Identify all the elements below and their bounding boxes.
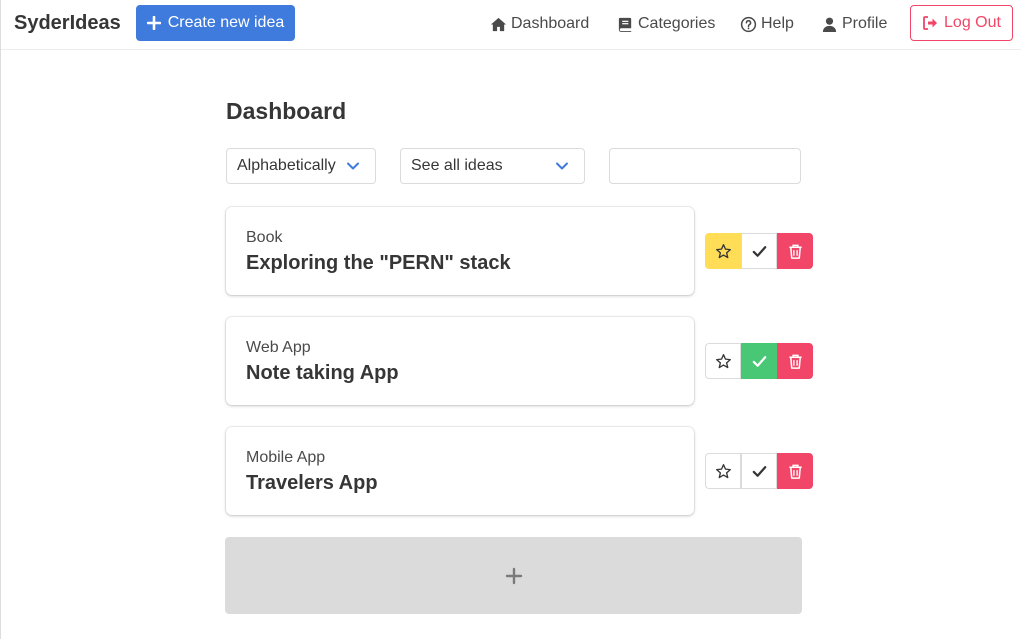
check-icon	[752, 465, 766, 477]
nav-help[interactable]: Help	[740, 13, 794, 35]
idea-card[interactable]: Mobile App Travelers App	[226, 427, 694, 515]
delete-button[interactable]	[777, 453, 813, 489]
nav-categories-label: Categories	[638, 15, 716, 32]
page-title: Dashboard	[226, 98, 347, 124]
trash-icon	[788, 354, 802, 369]
nav-help-label: Help	[761, 15, 794, 32]
search-input[interactable]	[609, 148, 801, 184]
mark-done-button[interactable]	[741, 453, 777, 489]
sort-select[interactable]: Alphabetically	[226, 148, 376, 184]
idea-category: Book	[246, 229, 283, 246]
book-icon	[618, 17, 632, 32]
favorite-button[interactable]	[705, 343, 741, 379]
sign-out-icon	[923, 16, 938, 30]
delete-button[interactable]	[777, 233, 813, 269]
plus-icon	[146, 16, 161, 30]
delete-button[interactable]	[777, 343, 813, 379]
chevron-down-icon	[556, 162, 568, 170]
idea-category: Web App	[246, 339, 311, 356]
home-icon	[490, 17, 507, 31]
nav-dashboard-label: Dashboard	[511, 15, 590, 32]
filter-select-value: See all ideas	[411, 157, 503, 174]
check-icon	[752, 355, 766, 367]
chevron-down-icon	[347, 162, 359, 170]
nav-dashboard[interactable]: Dashboard	[490, 13, 589, 35]
top-navbar: SyderIdeas Create new idea Dashboard Cat…	[1, 0, 1021, 50]
nav-profile-label: Profile	[842, 15, 888, 32]
mark-done-button[interactable]	[741, 343, 777, 379]
star-icon	[715, 243, 731, 258]
create-idea-label: Create new idea	[167, 14, 285, 31]
brand-logo[interactable]: SyderIdeas	[14, 12, 121, 35]
idea-card[interactable]: Book Exploring the "PERN" stack	[226, 207, 694, 295]
sort-select-value: Alphabetically	[237, 157, 336, 174]
idea-actions	[705, 453, 813, 489]
mark-done-button[interactable]	[741, 233, 777, 269]
create-idea-button[interactable]: Create new idea	[136, 5, 295, 41]
idea-category: Mobile App	[246, 449, 326, 466]
idea-name: Note taking App	[246, 362, 399, 384]
plus-icon	[505, 567, 522, 584]
user-icon	[822, 17, 837, 32]
idea-actions	[705, 343, 813, 379]
favorite-button[interactable]	[705, 453, 741, 489]
add-idea-button[interactable]	[225, 537, 802, 614]
idea-actions	[705, 233, 813, 269]
filter-select[interactable]: See all ideas	[400, 148, 585, 184]
question-circle-icon	[740, 16, 757, 32]
favorite-button[interactable]	[705, 233, 741, 269]
idea-name: Exploring the "PERN" stack	[246, 252, 511, 274]
idea-card[interactable]: Web App Note taking App	[226, 317, 694, 405]
nav-categories[interactable]: Categories	[617, 13, 715, 35]
nav-profile[interactable]: Profile	[821, 13, 887, 35]
app-page: SyderIdeas Create new idea Dashboard Cat…	[0, 0, 1021, 639]
idea-name: Travelers App	[246, 472, 378, 494]
logout-label: Log Out	[944, 14, 1001, 31]
trash-icon	[788, 464, 802, 479]
star-icon	[715, 463, 731, 478]
check-icon	[752, 245, 766, 257]
star-icon	[715, 353, 731, 368]
trash-icon	[788, 244, 802, 259]
logout-button[interactable]: Log Out	[910, 5, 1013, 41]
